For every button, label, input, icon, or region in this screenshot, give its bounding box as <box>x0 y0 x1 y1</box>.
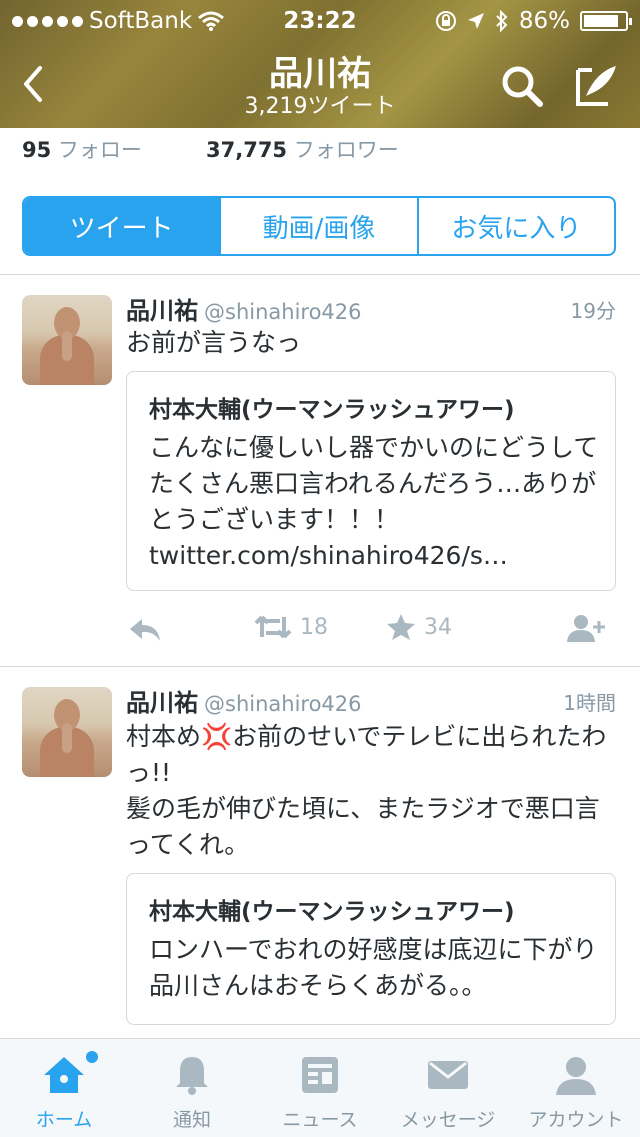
profile-tabs: ツイート 動画/画像 お気に入り <box>22 196 616 256</box>
new-content-badge <box>86 1051 98 1063</box>
author-handle: @shinahiro426 <box>204 692 362 716</box>
tweet-text: 村本め💢お前のせいでテレビに出られたわっ!! 髪の毛が伸びた頃に、またラジオで悪… <box>126 719 616 863</box>
bottom-tab-bar: ホーム 通知 ニュース メッセージ アカウント <box>0 1038 640 1137</box>
tab-notifications[interactable]: 通知 <box>128 1039 256 1137</box>
retweet-button[interactable]: 18 <box>254 613 328 641</box>
tweet-actions: 18 34 <box>0 611 640 651</box>
status-bar: SoftBank 23:22 86% <box>0 6 640 36</box>
quoted-text: ロンハーでおれの好感度は底辺に下がり品川さんはおそらくあがる。。 <box>149 935 598 1000</box>
followers-label: フォロワー <box>293 138 399 162</box>
author-name: 品川祐 <box>126 297 198 325</box>
tweet-text-line: 髪の毛が伸びた頃に、またラジオで悪口言ってくれ。 <box>126 794 600 859</box>
bluetooth-icon <box>496 10 508 32</box>
favorite-count: 34 <box>424 614 452 640</box>
followers-count[interactable]: 37,775 フォロワー <box>206 134 399 164</box>
tweet-author[interactable]: 品川祐 @shinahiro426 <box>126 683 362 718</box>
news-icon <box>302 1057 338 1093</box>
battery-icon <box>580 11 632 31</box>
quoted-author: 村本大輔(ウーマンラッシュアワー) <box>149 899 515 925</box>
followers-number: 37,775 <box>206 138 288 162</box>
tab-home[interactable]: ホーム <box>0 1039 128 1137</box>
avatar[interactable] <box>22 687 112 777</box>
navigation-bar: 品川祐 3,219ツイート <box>0 40 640 124</box>
avatar[interactable] <box>22 295 112 385</box>
tab-label: ホーム <box>35 1109 93 1131</box>
following-number: 95 <box>22 138 52 162</box>
tweet-item[interactable]: 品川祐 @shinahiro426 1時間 村本め💢お前のせいでテレビに出られたわ… <box>0 667 640 1037</box>
author-handle: @shinahiro426 <box>204 300 362 324</box>
home-icon <box>44 1057 84 1093</box>
star-icon <box>387 614 415 640</box>
tab-account[interactable]: アカウント <box>512 1039 640 1137</box>
person-icon <box>556 1057 596 1095</box>
tab-label: アカウント <box>528 1109 624 1131</box>
author-name: 品川祐 <box>126 689 198 717</box>
tab-tweets[interactable]: ツイート <box>24 198 220 254</box>
quoted-tweet-card[interactable]: 村本大輔(ウーマンラッシュアワー) ロンハーでおれの好感度は底辺に下がり品川さん… <box>126 873 616 1025</box>
tweet-item[interactable]: 品川祐 @shinahiro426 19分 お前が言うなっ 村本大輔(ウーマンラッ… <box>0 275 640 665</box>
tab-news[interactable]: ニュース <box>256 1039 384 1137</box>
follow-user-icon[interactable] <box>566 613 606 643</box>
quoted-tweet-card[interactable]: 村本大輔(ウーマンラッシュアワー) こんなに優しいし器でかいのにどうしてたくさん… <box>126 371 616 591</box>
tweet-timestamp: 1時間 <box>563 691 616 715</box>
retweet-count: 18 <box>300 614 328 640</box>
tweet-timestamp: 19分 <box>570 299 616 323</box>
battery-percent: 86% <box>518 8 570 34</box>
tweet-text-line: 村本め💢お前のせいでテレビに出られたわっ!! <box>126 722 607 787</box>
tweet-text: お前が言うなっ <box>126 328 302 357</box>
tab-media[interactable]: 動画/画像 <box>219 198 416 254</box>
rotation-lock-icon <box>435 11 456 31</box>
envelope-icon <box>428 1061 468 1089</box>
quoted-text: こんなに優しいし器でかいのにどうしてたくさん悪口言われるんだろう…ありがとうござ… <box>149 433 599 570</box>
location-arrow-icon <box>467 13 484 29</box>
following-count[interactable]: 95 フォロー <box>22 134 142 164</box>
quoted-author: 村本大輔(ウーマンラッシュアワー) <box>149 397 515 423</box>
tab-messages[interactable]: メッセージ <box>384 1039 512 1137</box>
tweet-author[interactable]: 品川祐 @shinahiro426 <box>126 291 362 326</box>
bell-icon <box>176 1057 208 1095</box>
tab-favorites[interactable]: お気に入り <box>416 198 614 254</box>
compose-tweet-icon[interactable] <box>572 62 620 110</box>
following-label: フォロー <box>57 138 142 162</box>
favorite-button[interactable]: 34 <box>386 613 452 641</box>
reply-icon[interactable] <box>128 615 162 643</box>
follow-counts: 95 フォロー 37,775 フォロワー <box>0 128 640 168</box>
battery-level <box>584 15 619 27</box>
tab-label: ニュース <box>282 1109 358 1131</box>
tab-label: メッセージ <box>400 1109 496 1131</box>
retweet-icon <box>254 615 292 639</box>
search-icon[interactable] <box>498 62 546 110</box>
tab-label: 通知 <box>172 1109 211 1131</box>
